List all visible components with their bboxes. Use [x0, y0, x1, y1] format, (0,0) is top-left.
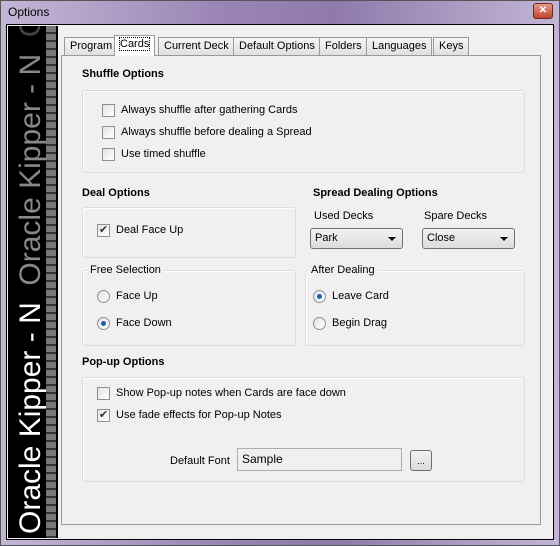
chevron-down-icon	[500, 237, 508, 241]
window-title: Options	[8, 5, 50, 19]
radio-label: Begin Drag	[332, 317, 388, 329]
begin-drag-radio[interactable]	[313, 317, 326, 330]
leave-card-radio[interactable]	[313, 290, 326, 303]
default-font-field[interactable]: Sample	[237, 448, 402, 471]
checkbox-label: Use fade effects for Pop-up Notes	[116, 409, 282, 421]
after-dealing-group	[305, 270, 525, 346]
fade-effects-checkbox[interactable]: ✔	[97, 409, 110, 422]
deal-options-heading: Deal Options	[82, 187, 150, 199]
film-strip-decoration	[46, 26, 56, 538]
radio-label: Face Up	[116, 290, 158, 302]
used-decks-select[interactable]: Park	[310, 228, 403, 249]
checkbox-label: Always shuffle after gathering Cards	[121, 104, 298, 116]
shuffle-before-dealing-checkbox[interactable]	[102, 126, 115, 139]
banner-text-dim: Oracl	[14, 26, 47, 37]
browse-font-button[interactable]: ...	[410, 450, 432, 471]
tab-languages[interactable]: Languages	[366, 37, 433, 55]
close-icon[interactable]: ✕	[533, 3, 553, 19]
after-dealing-legend: After Dealing	[309, 264, 377, 276]
shuffle-options-heading: Shuffle Options	[82, 68, 164, 80]
tab-default-options[interactable]: Default Options	[233, 37, 321, 55]
tab-cards[interactable]: Cards	[114, 35, 156, 56]
banner-text: Oracle Kipper - N	[14, 302, 47, 534]
tab-current-deck[interactable]: Current Deck	[158, 37, 235, 55]
free-face-up-radio[interactable]	[97, 290, 110, 303]
free-selection-legend: Free Selection	[88, 264, 163, 276]
tab-program[interactable]: Program	[64, 37, 119, 55]
spread-dealing-heading: Spread Dealing Options	[313, 187, 438, 199]
chevron-down-icon	[388, 237, 396, 241]
free-selection-group	[82, 270, 296, 346]
banner-text-faded: Oracle Kipper - N	[14, 53, 47, 286]
app-banner: Oracle Kipper - N Oracle Kipper - N Orac…	[8, 26, 58, 538]
popup-options-heading: Pop-up Options	[82, 356, 165, 368]
radio-label: Leave Card	[332, 290, 389, 302]
deal-face-up-checkbox[interactable]: ✔	[97, 224, 110, 237]
checkbox-label: Use timed shuffle	[121, 148, 206, 160]
checkbox-label: Always shuffle before dealing a Spread	[121, 126, 312, 138]
used-decks-label: Used Decks	[314, 210, 374, 222]
default-font-label: Default Font	[170, 455, 230, 467]
deal-options-group	[82, 207, 296, 258]
radio-label: Face Down	[116, 317, 172, 329]
checkbox-label: Deal Face Up	[116, 224, 184, 236]
show-popup-face-down-checkbox[interactable]	[97, 387, 110, 400]
tab-keys[interactable]: Keys	[433, 37, 470, 55]
shuffle-after-gathering-checkbox[interactable]	[102, 104, 115, 117]
free-face-down-radio[interactable]	[97, 317, 110, 330]
spare-decks-select[interactable]: Close	[422, 228, 515, 249]
tab-folders[interactable]: Folders	[319, 37, 368, 55]
spare-decks-label: Spare Decks	[424, 210, 487, 222]
checkbox-label: Show Pop-up notes when Cards are face do…	[116, 387, 346, 399]
timed-shuffle-checkbox[interactable]	[102, 148, 115, 161]
